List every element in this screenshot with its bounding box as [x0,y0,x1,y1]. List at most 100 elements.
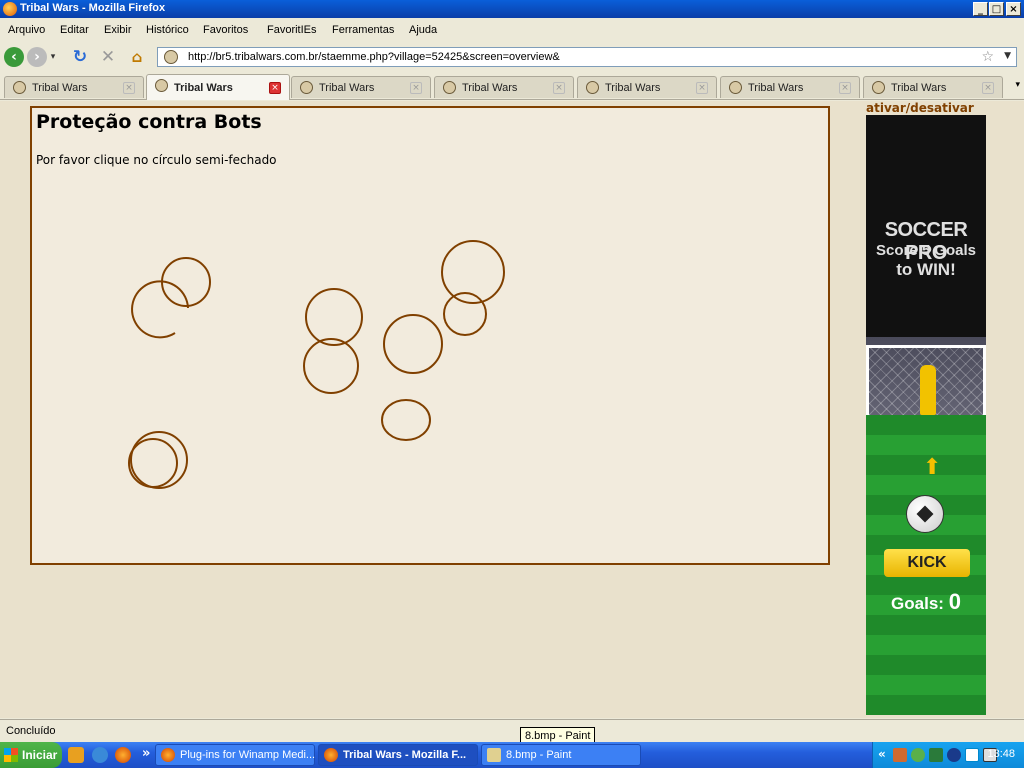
tab-close-icon[interactable]: × [269,82,281,94]
tab-close-icon[interactable]: × [982,82,994,94]
captcha-circles-canvas[interactable] [32,108,828,563]
history-dropdown-icon[interactable]: ▾ [48,47,58,67]
tab-label: Tribal Wars [748,82,804,94]
taskbar-button-tribal-wars[interactable]: Tribal Wars - Mozilla F... [318,744,478,766]
tab-label: Tribal Wars [462,82,518,94]
window-titlebar[interactable]: Tribal Wars - Mozilla Firefox _ □ × [0,0,1024,18]
internet-explorer-icon[interactable] [92,747,108,763]
tab-7[interactable]: Tribal Wars × [863,76,1003,98]
menu-bar: Arquivo Editar Exibir Histórico Favorito… [0,20,1024,40]
bot-protection-panel: Proteção contra Bots Por favor clique no… [30,106,830,565]
status-text: Concluído [6,725,56,737]
firefox-icon [3,2,17,16]
menu-historico[interactable]: Histórico [146,24,189,36]
tab-close-icon[interactable]: × [839,82,851,94]
taskbar-button-paint[interactable]: 8.bmp - Paint [481,744,641,766]
minimize-button[interactable]: _ [973,2,988,16]
tab-label: Tribal Wars [319,82,375,94]
home-icon[interactable]: ⌂ [127,47,147,67]
navigation-toolbar: ‹ › ▾ ↻ ✕ ⌂ http://br5.tribalwars.com.br… [0,42,1024,72]
windows-logo-icon [4,748,18,762]
captcha-circle[interactable] [303,338,359,394]
url-text: http://br5.tribalwars.com.br/staemme.php… [188,51,560,63]
tab-2-active[interactable]: Tribal Wars × [146,74,290,100]
captcha-circle[interactable] [381,399,431,441]
tab-list-dropdown-icon[interactable]: ▾ [1015,80,1020,90]
goals-label: Goals: [891,594,944,613]
tab-favicon [300,81,313,94]
taskbar-button-label: Tribal Wars - Mozilla F... [343,749,467,761]
start-button[interactable]: Iniciar [0,742,62,768]
tab-favicon [586,81,599,94]
taskbar-button-label: Plug-ins for Winamp Medi... [180,749,316,761]
captcha-circle[interactable] [305,288,363,346]
kick-button[interactable]: KICK [884,549,970,577]
windows-taskbar: Iniciar » Plug-ins for Winamp Medi... Tr… [0,742,1024,768]
tab-label: Tribal Wars [32,82,88,94]
up-arrow-icon: ⬆ [923,455,942,480]
captcha-circle[interactable] [383,314,443,374]
bookmark-star-icon[interactable]: ☆ [981,49,994,65]
stop-icon[interactable]: ✕ [98,47,118,67]
back-icon[interactable]: ‹ [4,47,24,67]
close-window-button[interactable]: × [1006,2,1021,16]
tab-label: Tribal Wars [605,82,661,94]
maximize-button[interactable]: □ [989,2,1004,16]
menu-favoritos[interactable]: Favoritos [203,24,248,36]
system-tray: « 13:48 [872,742,1024,768]
menu-ajuda[interactable]: Ajuda [409,24,437,36]
tray-expand-icon[interactable]: « [878,747,886,761]
soccer-ball-icon[interactable] [906,495,944,533]
firefox-icon [161,748,175,762]
goals-value: 0 [948,589,961,614]
tab-1[interactable]: Tribal Wars × [4,76,144,98]
tray-messenger-icon[interactable] [911,748,925,762]
tab-favicon [155,79,168,92]
tab-5[interactable]: Tribal Wars × [577,76,717,98]
tab-favicon [729,81,742,94]
quicklaunch-overflow-icon[interactable]: » [142,746,150,761]
goalkeeper-figure [920,365,936,415]
tab-close-icon[interactable]: × [553,82,565,94]
tray-network-icon[interactable] [929,748,943,762]
tab-3[interactable]: Tribal Wars × [291,76,431,98]
taskbar-button-winamp[interactable]: Plug-ins for Winamp Medi... [155,744,315,766]
captcha-circle[interactable] [128,438,178,488]
ad-subtitle: Score 5 Goals [875,242,977,259]
quicklaunch-app-icon[interactable] [68,747,84,763]
tab-close-icon[interactable]: × [410,82,422,94]
menu-exibir[interactable]: Exibir [104,24,132,36]
firefox-quicklaunch-icon[interactable] [115,747,131,763]
tab-4[interactable]: Tribal Wars × [434,76,574,98]
tab-6[interactable]: Tribal Wars × [720,76,860,98]
ad-toggle-link[interactable]: ativar/desativar [866,101,974,115]
url-dropdown-icon[interactable]: ▼ [1004,51,1011,61]
tab-favicon [13,81,26,94]
menu-favorities[interactable]: FavoritIEs [267,24,317,36]
tab-close-icon[interactable]: × [123,82,135,94]
soccer-ad-banner[interactable]: SOCCER PRO Score 5 Goals to WIN! ⬆ KICK … [866,115,986,715]
status-bar: Concluído [0,719,1024,742]
page-content: Proteção contra Bots Por favor clique no… [0,101,1024,718]
tray-vc-icon[interactable] [965,748,979,762]
tray-sync-icon[interactable] [947,748,961,762]
semi-closed-circle[interactable] [131,280,189,339]
captcha-circle[interactable] [443,292,487,336]
menu-editar[interactable]: Editar [60,24,89,36]
url-bar[interactable]: http://br5.tribalwars.com.br/staemme.php… [157,47,1017,67]
goals-counter: Goals: 0 [866,589,986,615]
reload-icon[interactable]: ↻ [70,47,90,67]
menu-ferramentas[interactable]: Ferramentas [332,24,394,36]
ad-tagline: to WIN! [896,260,956,279]
tab-close-icon[interactable]: × [696,82,708,94]
paint-icon [487,748,501,762]
tab-strip: Tribal Wars × Tribal Wars × Tribal Wars × T… [0,74,1024,100]
tab-favicon [872,81,885,94]
tray-app-icon[interactable] [893,748,907,762]
tab-label: Tribal Wars [891,82,947,94]
menu-arquivo[interactable]: Arquivo [8,24,45,36]
tab-label: Tribal Wars [174,82,233,94]
site-favicon [164,50,178,64]
forward-icon[interactable]: › [27,47,47,67]
tab-favicon [443,81,456,94]
